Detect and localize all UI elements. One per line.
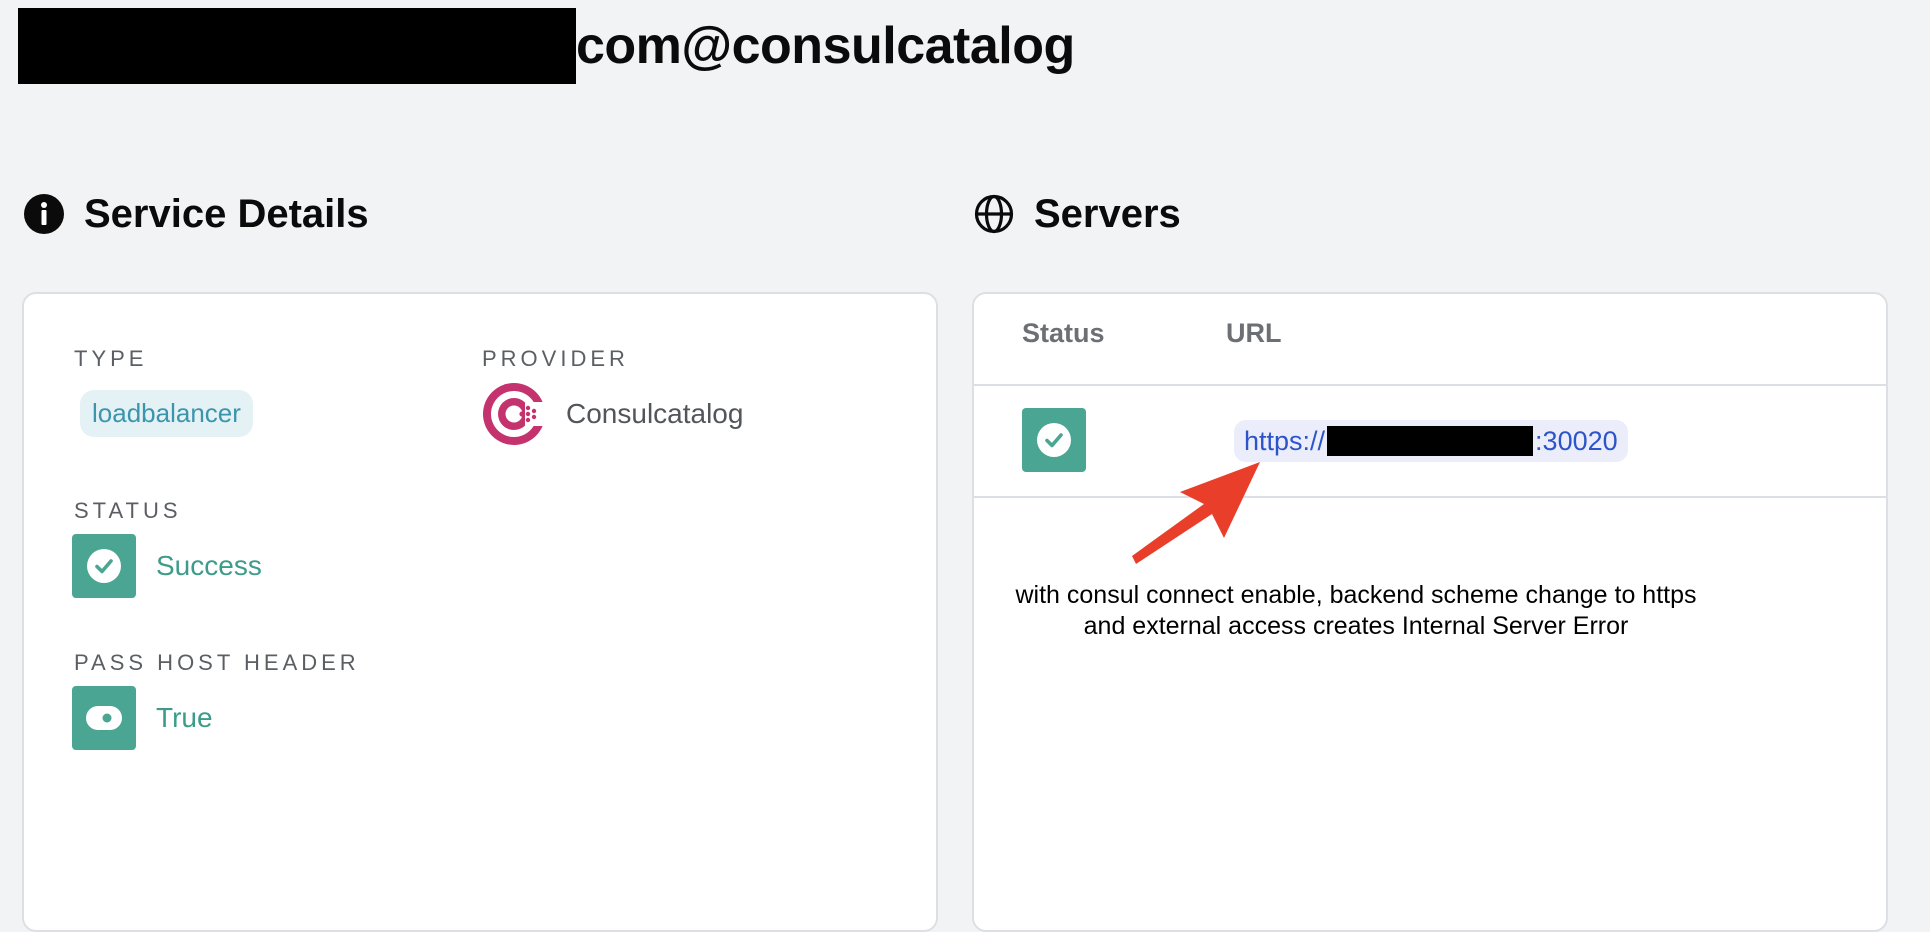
provider-name: Consulcatalog	[566, 398, 744, 429]
annotation-text: with consul connect enable, backend sche…	[1015, 581, 1697, 640]
pass-host-header-text: True	[156, 702, 213, 733]
redacted-block	[1327, 426, 1534, 456]
type-label: TYPE	[74, 346, 148, 371]
servers-title: Servers	[1034, 191, 1181, 236]
pass-host-header-value: True	[72, 686, 213, 750]
provider-value: Consulcatalog	[482, 382, 743, 446]
check-circle-icon	[72, 534, 136, 598]
servers-header: Servers	[974, 188, 1181, 240]
status-value: Success	[72, 534, 262, 598]
service-details-card: TYPE loadbalancer PROVIDER Consulcatalog…	[22, 292, 938, 932]
status-text: Success	[156, 550, 262, 581]
status-label: STATUS	[74, 498, 182, 523]
column-header-url: URL	[1226, 318, 1282, 348]
pass-host-header-label: PASS HOST HEADER	[74, 650, 360, 675]
service-details-header: Service Details	[24, 188, 369, 240]
page-title-text: com@consulcatalog	[576, 17, 1075, 75]
type-value-chip: loadbalancer	[80, 390, 253, 437]
info-circle-icon	[24, 194, 64, 234]
server-url-prefix: https://	[1244, 425, 1326, 456]
service-details-title: Service Details	[84, 191, 369, 236]
check-circle-icon	[1022, 408, 1086, 472]
server-url-suffix: :30020	[1535, 425, 1618, 456]
globe-icon	[974, 194, 1014, 234]
provider-label: PROVIDER	[482, 346, 629, 371]
toggle-on-icon	[72, 686, 136, 750]
table-divider	[974, 384, 1886, 386]
red-arrow-annotation	[1132, 462, 1260, 564]
redacted-block	[18, 8, 576, 84]
page-title: com@consulcatalog	[18, 8, 1075, 84]
consul-logo-icon	[482, 382, 547, 446]
column-header-status: Status	[1022, 318, 1105, 348]
table-divider	[974, 496, 1886, 498]
server-url-link[interactable]: https:// :30020	[1234, 420, 1628, 462]
